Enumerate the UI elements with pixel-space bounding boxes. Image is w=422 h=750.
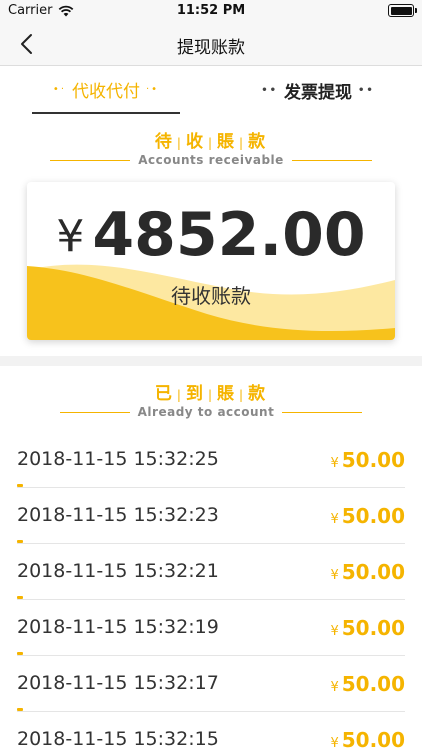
record-date: 2018-11-15 15:32:17 (17, 672, 219, 694)
battery-icon (388, 4, 417, 17)
dots-icon: •• (358, 84, 375, 96)
row-marker (17, 596, 23, 599)
record-date: 2018-11-15 15:32:15 (17, 728, 219, 750)
record-date: 2018-11-15 15:32:21 (17, 560, 219, 582)
row-marker (17, 708, 23, 711)
record-amount: ¥50.00 (330, 504, 405, 528)
page-title: 提现账款 (177, 38, 245, 58)
tab-label: 发票提现 (284, 82, 352, 103)
title-char: 賬 (217, 384, 237, 404)
status-bar: Carrier 11:52 PM (0, 0, 422, 22)
receivable-title: 待 | 收 | 賬 | 款 (154, 132, 268, 152)
title-char: 賬 (217, 132, 237, 152)
dots-icon: •• (261, 84, 278, 96)
tab-collect-pay[interactable]: •· 代收代付 ·• (32, 66, 180, 114)
arrived-heading: 已 | 到 | 賬 | 款 Already to account (0, 379, 422, 419)
tab-label: 代收代付 (72, 81, 140, 102)
arrived-title: 已 | 到 | 賬 | 款 (154, 384, 268, 404)
divider-line (291, 159, 372, 161)
list-item[interactable]: 2018-11-15 15:32:23 ¥50.00 (17, 488, 405, 544)
arrived-records-list: 2018-11-15 15:32:25 ¥50.00 2018-11-15 15… (0, 432, 422, 750)
record-amount: ¥50.00 (330, 616, 405, 640)
list-item[interactable]: 2018-11-15 15:32:17 ¥50.00 (17, 656, 405, 712)
title-char: 已 (154, 384, 174, 404)
record-amount: ¥50.00 (330, 560, 405, 584)
record-amount: ¥50.00 (330, 672, 405, 696)
record-amount: ¥50.00 (330, 448, 405, 472)
receivable-label: 待收账款 (171, 284, 251, 308)
receivable-amount: ¥4852.00 (27, 200, 395, 270)
title-char: 待 (154, 132, 174, 152)
list-item[interactable]: 2018-11-15 15:32:25 ¥50.00 (17, 432, 405, 488)
dots-icon: ·• (146, 83, 160, 95)
divider-line (59, 411, 130, 413)
row-marker (17, 540, 23, 543)
record-date: 2018-11-15 15:32:23 (17, 504, 219, 526)
status-time: 11:52 PM (176, 3, 246, 18)
title-char: 到 (185, 384, 205, 404)
title-char: 款 (248, 384, 268, 404)
record-date: 2018-11-15 15:32:25 (17, 448, 219, 470)
receivable-subtitle: Accounts receivable (138, 153, 284, 167)
title-char: 收 (185, 132, 205, 152)
record-amount: ¥50.00 (330, 728, 405, 750)
divider-line (282, 411, 363, 413)
segment-tabs: •· 代收代付 ·• •• 发票提现 •• (0, 66, 422, 114)
arrived-subtitle: Already to account (137, 405, 275, 419)
list-item[interactable]: 2018-11-15 15:32:21 ¥50.00 (17, 544, 405, 600)
tab-invoice-withdraw[interactable]: •• 发票提现 •• (252, 66, 384, 114)
list-item[interactable]: 2018-11-15 15:32:15 ¥50.00 (17, 712, 405, 750)
divider-line (50, 159, 131, 161)
receivable-heading: 待 | 收 | 賬 | 款 Accounts receivable (0, 127, 422, 167)
record-date: 2018-11-15 15:32:19 (17, 616, 219, 638)
nav-bar: 提现账款 (0, 22, 422, 66)
receivable-card: ¥4852.00 待收账款 (27, 182, 395, 340)
dots-icon: •· (52, 83, 66, 95)
row-marker (17, 652, 23, 655)
row-marker (17, 484, 23, 487)
section-divider (0, 356, 422, 366)
list-item[interactable]: 2018-11-15 15:32:19 ¥50.00 (17, 600, 405, 656)
title-char: 款 (248, 132, 268, 152)
amount-value: 4852.00 (92, 200, 366, 270)
currency-symbol: ¥ (56, 211, 85, 262)
